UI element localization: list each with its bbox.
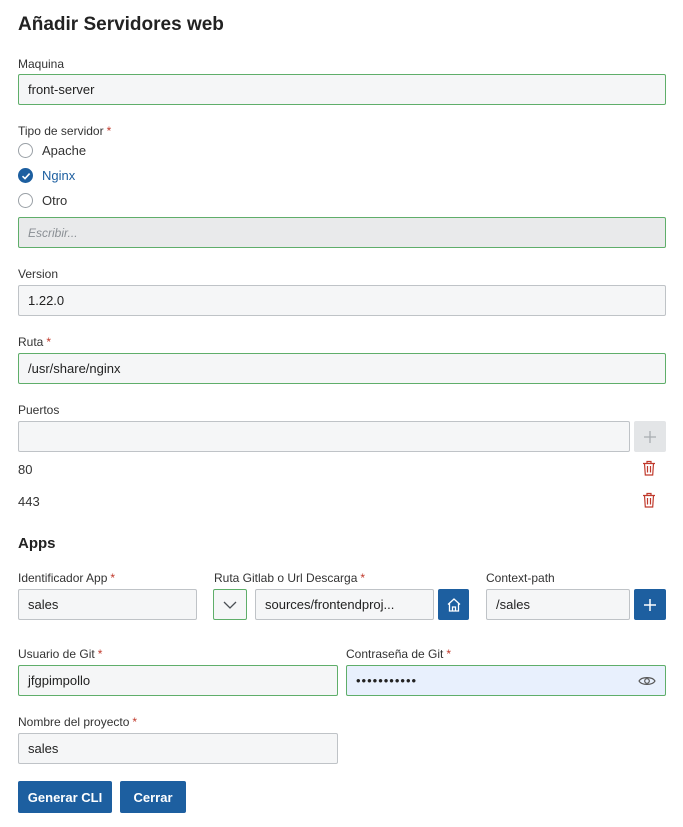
check-icon (21, 172, 30, 180)
usuario-git-input[interactable]: jfgpimpollo (18, 665, 338, 696)
plus-icon (644, 430, 656, 443)
version-input[interactable]: 1.22.0 (18, 285, 666, 316)
usuario-git-label: Usuario de Git * (18, 647, 103, 661)
radio-otro[interactable]: Otro (18, 193, 67, 208)
eye-icon (638, 676, 656, 685)
radio-otro-circle[interactable] (18, 193, 33, 208)
radio-apache[interactable]: Apache (18, 143, 86, 158)
identificador-label: Identificador App * (18, 571, 116, 585)
chevron-down-icon (223, 601, 237, 609)
add-port-button[interactable] (634, 421, 666, 452)
trash-icon (643, 492, 655, 508)
maquina-label: Maquina (18, 57, 65, 71)
add-app-button[interactable] (634, 589, 666, 620)
plus-icon (644, 598, 656, 611)
apps-heading: Apps (18, 535, 56, 552)
port-item: 80 (18, 462, 33, 477)
nombre-proyecto-label: Nombre del proyecto * (18, 715, 138, 729)
contrasena-git-input[interactable]: ••••••••••• (346, 665, 666, 696)
contrasena-git-label: Contraseña de Git * (346, 647, 452, 661)
radio-otro-label: Otro (42, 193, 68, 208)
maquina-input[interactable]: front-server (18, 74, 666, 105)
delete-port-button[interactable] (641, 459, 657, 477)
radio-nginx-circle[interactable] (18, 168, 33, 183)
otro-servidor-input[interactable]: Escribir... (18, 217, 666, 248)
context-path-label: Context-path (486, 571, 555, 585)
radio-apache-label: Apache (42, 143, 87, 158)
radio-nginx-label: Nginx (42, 168, 76, 183)
version-label: Version (18, 267, 59, 281)
nombre-proyecto-input[interactable]: sales (18, 733, 338, 764)
cerrar-button[interactable]: Cerrar (120, 781, 186, 813)
home-button[interactable] (438, 589, 469, 620)
identificador-input[interactable]: sales (18, 589, 197, 620)
page-title: Añadir Servidores web (18, 14, 224, 35)
tipo-servidor-label: Tipo de servidor * (18, 124, 112, 138)
ruta-gitlab-label: Ruta Gitlab o Url Descarga * (214, 571, 366, 585)
ruta-input[interactable]: /usr/share/nginx (18, 353, 666, 384)
context-path-input[interactable]: /sales (486, 589, 630, 620)
puerto-input[interactable] (18, 421, 630, 452)
trash-icon (643, 460, 655, 476)
radio-nginx[interactable]: Nginx (18, 168, 75, 183)
home-icon (447, 597, 460, 612)
ruta-type-dropdown[interactable] (213, 589, 247, 620)
radio-apache-circle[interactable] (18, 143, 33, 158)
show-password-toggle[interactable] (638, 675, 656, 687)
delete-port-button[interactable] (641, 491, 657, 509)
puertos-label: Puertos (18, 403, 60, 417)
ruta-label: Ruta * (18, 335, 52, 349)
generar-cli-button[interactable]: Generar CLI (18, 781, 112, 813)
port-item: 443 (18, 494, 40, 509)
ruta-gitlab-input[interactable]: sources/frontendproj... (255, 589, 434, 620)
